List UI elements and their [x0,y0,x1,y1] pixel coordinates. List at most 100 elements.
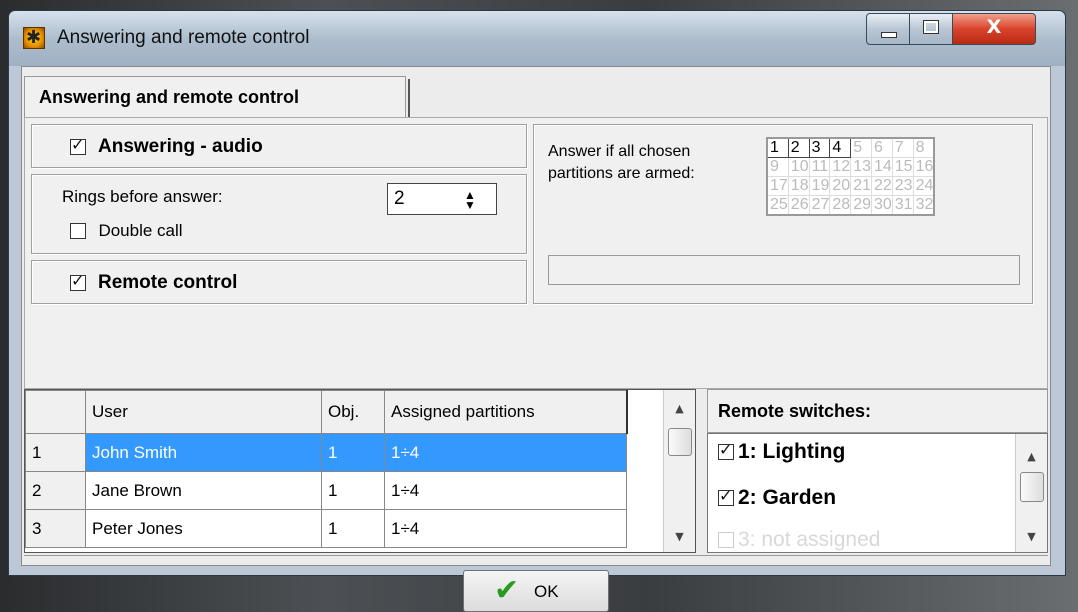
switch-label: 1: Lighting [738,440,846,463]
switch-item-unassigned: 3: not assigned [718,528,880,552]
users-table: User Obj. Assigned partitions 1 John Smi… [24,389,696,553]
maximize-icon [923,20,939,34]
partition-cell[interactable]: 7 [891,137,914,158]
partition-cell[interactable]: 28 [829,195,852,216]
partition-cell[interactable]: 22 [870,176,893,196]
table-row[interactable]: 1 John Smith 1 1÷4 [25,433,627,472]
partitions-cell[interactable]: 1÷4 [384,471,627,510]
partition-cell[interactable]: 24 [912,176,935,196]
partition-grid-row: 12345678 [766,137,935,158]
tab-panel: Answering - audio Rings before answer: D… [24,117,1048,389]
partition-cell[interactable]: 25 [766,195,789,216]
column-header-obj[interactable]: Obj. [321,390,385,434]
scroll-down-icon[interactable]: ▼ [1016,530,1047,543]
scroll-thumb[interactable] [1020,472,1044,502]
partition-cell[interactable]: 18 [787,176,810,196]
partition-cell[interactable]: 30 [870,195,893,216]
partition-cell[interactable]: 15 [891,157,914,177]
partitions-cell[interactable]: 1÷4 [384,433,627,472]
partition-cell[interactable]: 20 [829,176,852,196]
footer-divider [24,555,1048,556]
partition-cell[interactable]: 8 [912,137,935,158]
partition-grid-row: 17 18 19 20 21 22 23 24 [766,176,935,196]
rings-before-answer-label: Rings before answer: [62,187,223,206]
partition-grid-row: 9 10 11 12 13 14 15 16 [766,157,935,177]
minimize-icon [881,32,897,38]
tab-answering-remote-control[interactable]: Answering and remote control [24,76,406,118]
ok-label: OK [534,582,559,601]
partition-cell[interactable]: 2 [787,137,810,158]
spin-down-icon[interactable]: ▼ [464,198,476,212]
obj-cell[interactable]: 1 [321,433,385,472]
scroll-down-icon[interactable]: ▼ [664,530,695,543]
remote-switches-list: 1: Lighting 2: Garden 3: not assigned ▲ … [707,433,1048,553]
partition-cell[interactable]: 13 [850,157,872,177]
ok-button[interactable]: ✔ OK [463,570,609,612]
row-number: 1 [25,433,86,472]
scroll-up-icon[interactable]: ▲ [664,402,695,415]
remote-control-checkbox[interactable] [70,271,86,291]
partition-cell[interactable]: 16 [912,157,935,177]
rings-value: 2 [394,188,405,209]
column-header-user[interactable]: User [85,390,322,434]
partition-cell[interactable]: 21 [850,176,872,196]
window-title: Answering and remote control [57,27,310,48]
switch-item-lighting[interactable]: 1: Lighting [718,440,845,464]
partition-cell[interactable]: 3 [808,137,831,158]
partitions-label: Answer if all chosen partitions are arme… [548,141,695,185]
users-scrollbar[interactable]: ▲ ▼ [663,390,695,552]
partition-cell[interactable]: 10 [787,157,810,177]
partition-cell[interactable]: 29 [850,195,872,216]
switch-checkbox[interactable] [718,440,734,461]
switches-scrollbar[interactable]: ▲ ▼ [1015,434,1047,552]
remote-switches-header: Remote switches: [707,389,1048,433]
double-call-label: Double call [98,221,183,240]
rings-spinbox[interactable]: 2 ▲ ▼ [387,183,497,215]
table-row[interactable]: 3 Peter Jones 1 1÷4 [25,509,627,548]
partition-cell[interactable]: 31 [891,195,914,216]
partitions-label-line1: Answer if all chosen [548,143,691,160]
partitions-status-field [548,255,1020,285]
partition-cell[interactable]: 1 [766,137,789,158]
partition-cell[interactable]: 26 [787,195,810,216]
maximize-button[interactable] [909,13,953,45]
checkmark-icon: ✔ [494,573,520,608]
switch-checkbox[interactable] [718,486,734,507]
partition-cell[interactable]: 19 [808,176,831,196]
partition-cell[interactable]: 12 [829,157,852,177]
partition-cell[interactable]: 11 [808,157,831,177]
partition-cell[interactable]: 17 [766,176,789,196]
switch-item-garden[interactable]: 2: Garden [718,486,836,510]
partition-grid-row: 25 26 27 28 29 30 31 32 [766,195,935,216]
minimize-button[interactable] [866,13,910,45]
user-name-cell[interactable]: Peter Jones [85,509,322,548]
column-header-num [25,390,86,434]
partition-cell[interactable]: 5 [850,137,872,158]
table-header-row: User Obj. Assigned partitions [25,390,628,434]
user-name-cell[interactable]: Jane Brown [85,471,322,510]
app-icon [23,27,45,49]
table-row[interactable]: 2 Jane Brown 1 1÷4 [25,471,627,510]
scroll-up-icon[interactable]: ▲ [1016,450,1047,463]
partition-cell[interactable]: 27 [808,195,831,216]
obj-cell[interactable]: 1 [321,509,385,548]
obj-cell[interactable]: 1 [321,471,385,510]
partition-cell[interactable]: 23 [891,176,914,196]
user-name-cell[interactable]: John Smith [85,433,322,472]
title-bar[interactable]: Answering and remote control X [9,11,1065,66]
partition-cell[interactable]: 6 [870,137,893,158]
answering-audio-group: Answering - audio [31,124,527,168]
partition-cell[interactable]: 14 [870,157,893,177]
switch-label: 3: not assigned [738,528,881,551]
scroll-thumb[interactable] [668,428,692,456]
close-button[interactable]: X [952,13,1036,45]
partitions-grid: 1 2 3 4 5 6 7 8 9 10 11 12 13 14 15 16 17 18 19 20 21 22 23 24 2… [766,137,936,216]
answering-audio-checkbox[interactable] [70,135,86,155]
double-call-checkbox[interactable] [70,223,86,239]
column-header-partitions[interactable]: Assigned partitions [384,390,628,434]
close-icon: X [986,16,1002,38]
partitions-cell[interactable]: 1÷4 [384,509,627,548]
partition-cell[interactable]: 4 [829,137,852,158]
partition-cell[interactable]: 9 [766,157,789,177]
partition-cell[interactable]: 32 [912,195,935,216]
